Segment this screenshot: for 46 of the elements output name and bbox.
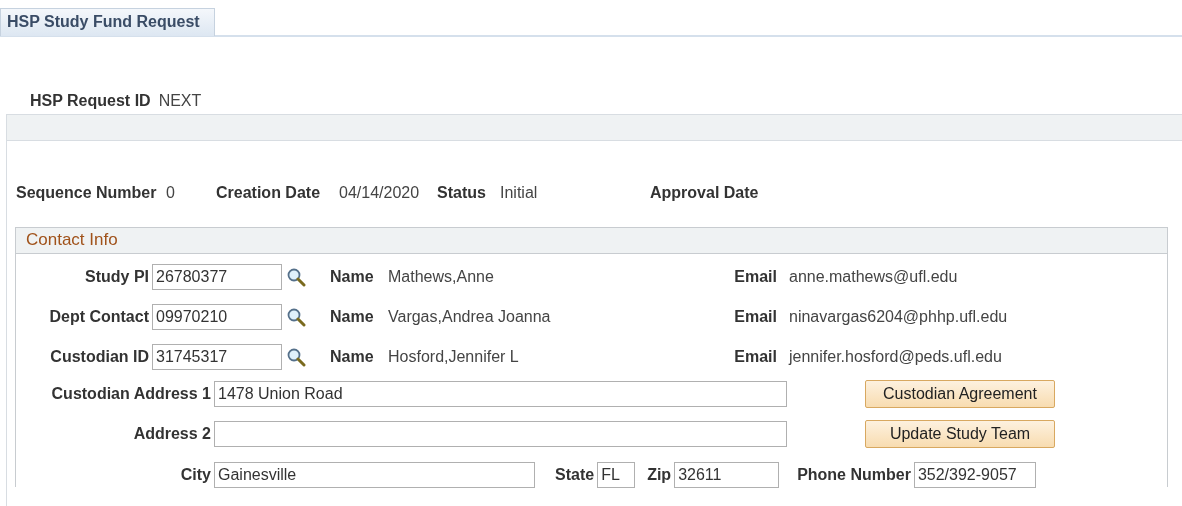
field-label: Email [733,348,777,366]
field-label: Phone Number [797,466,911,484]
field-value: NEXT [158,92,202,110]
field-label: Name [330,348,375,366]
group-title: Contact Info [26,230,118,249]
input-field[interactable]: Gainesville [214,462,535,488]
search-icon[interactable] [286,347,306,367]
field-label: Name [330,268,375,286]
input-field[interactable]: 1478 Union Road [214,381,787,407]
field-label: Study PI [84,268,149,286]
field-label: Creation Date [216,184,322,202]
field-value: Initial [500,184,539,202]
field-label: Address 2 [132,425,211,443]
search-icon[interactable] [286,307,306,327]
input-field[interactable]: 352/392-9057 [913,462,1036,488]
field-label: State [555,466,595,484]
field-label: Sequence Number [16,184,158,202]
field-label: Zip [647,466,672,484]
input-field[interactable]: 31745317 [152,344,282,370]
field-label: Email [733,268,777,286]
input-field[interactable]: 32611 [674,462,780,488]
field-label: City [179,466,211,484]
tab[interactable]: HSP Study Fund Request [0,8,215,36]
input-field[interactable] [214,421,787,447]
field-value: jennifer.hosford@peds.ufl.edu [789,348,1002,366]
field-value: Vargas,Andrea Joanna [388,308,552,326]
field-value: 04/14/2020 [339,184,421,202]
field-value: Hosford,Jennifer L [388,348,520,366]
field-label: Name [330,308,375,326]
field-label: Custodian ID [49,348,149,366]
field-value: ninavargas6204@phhp.ufl.edu [789,308,1008,326]
field-value: anne.mathews@ufl.edu [789,268,958,286]
input-field[interactable]: FL [597,462,636,488]
input-field[interactable]: 09970210 [152,304,282,330]
field-label: Approval Date [650,184,760,202]
field-value: 0 [166,184,176,202]
input-field[interactable]: 26780377 [152,264,282,290]
search-icon[interactable] [286,267,306,287]
field-label: HSP Request ID [30,92,151,110]
field-label: Dept Contact [48,308,149,326]
action-button[interactable]: Update Study Team [865,420,1055,448]
field-value: Mathews,Anne [388,268,495,286]
field-label: Email [733,308,777,326]
field-label: Status [437,184,487,202]
action-button[interactable]: Custodian Agreement [865,380,1055,408]
field-label: Custodian Address 1 [50,385,211,403]
